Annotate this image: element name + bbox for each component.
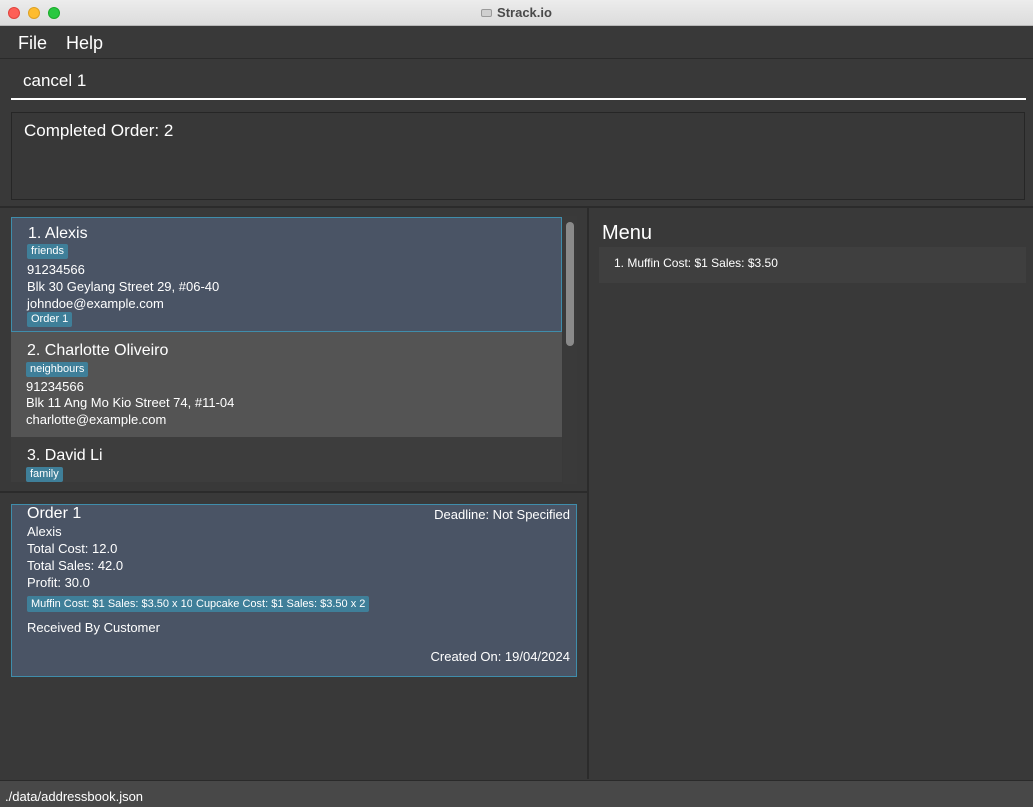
person-phone: 91234566 [27,262,85,277]
menu-help[interactable]: Help [66,33,103,54]
order-total-cost: Total Cost: 12.0 [27,541,118,556]
app-window: Strack.io File Help cancel 1 Completed O… [0,0,1033,807]
person-email: johndoe@example.com [27,296,164,311]
command-input[interactable]: cancel 1 [23,71,86,91]
order-deadline: Deadline: Not Specified [434,507,570,522]
window-title-wrap: Strack.io [0,5,1033,20]
person-list[interactable]: 1. Alexis friends 91234566 Blk 30 Geylan… [11,216,563,482]
person-address: Blk 11 Ang Mo Kio Street 74, #11-04 [26,395,235,410]
command-box[interactable]: cancel 1 [11,64,1026,100]
person-list-scrollbar-thumb[interactable] [566,222,574,346]
person-address: Blk 30 Geylang Street 29, #06-40 [27,279,220,294]
order-status: Received By Customer [27,620,160,635]
menu-file[interactable]: File [18,33,47,54]
person-card-alexis[interactable]: 1. Alexis friends 91234566 Blk 30 Geylan… [11,217,562,332]
order-total-sales: Total Sales: 42.0 [27,558,124,573]
person-name: 1. Alexis [28,225,88,242]
menu-list-item[interactable]: 1. Muffin Cost: $1 Sales: $3.50 [614,256,778,270]
title-bar: Strack.io [0,0,1033,26]
order-title: Order 1 [27,505,82,522]
window-title: Strack.io [497,5,552,20]
result-text: Completed Order: 2 [24,121,174,140]
person-name: 2. Charlotte Oliveiro [27,342,169,359]
order-created-date: Created On: 19/04/2024 [430,649,571,664]
order-item-tag: Muffin Cost: $1 Sales: $3.50 x 10 [27,596,197,612]
person-card-charlotte[interactable]: 2. Charlotte Oliveiro neighbours 9123456… [11,332,562,437]
person-name: 3. David Li [27,447,103,464]
order-customer: Alexis [27,524,62,539]
order-profit: Profit: 30.0 [27,575,90,590]
app-icon [481,9,493,17]
person-order-tag: Order 1 [27,312,73,327]
status-file-path: ./data/addressbook.json [5,789,144,804]
order-card[interactable]: Order 1 Deadline: Not Specified Alexis T… [11,504,577,677]
result-display: Completed Order: 2 [11,112,1025,200]
list-divider[interactable] [0,491,588,493]
person-tag: neighbours [26,362,89,377]
person-email: charlotte@example.com [26,412,167,427]
menu-bar: File Help [0,27,1033,59]
menu-panel-title: Menu [602,222,653,244]
order-item-tag: Cupcake Cost: $1 Sales: $3.50 x 2 [192,596,370,612]
status-bar: ./data/addressbook.json [0,780,1033,807]
horizontal-divider [0,206,1033,208]
menu-list[interactable]: 1. Muffin Cost: $1 Sales: $3.50 [599,247,1026,283]
vertical-divider[interactable] [587,207,589,779]
person-card-david[interactable]: 3. David Li family [11,437,562,482]
person-tag: friends [27,244,69,259]
person-tag: family [26,467,63,482]
person-phone: 91234566 [26,379,84,394]
